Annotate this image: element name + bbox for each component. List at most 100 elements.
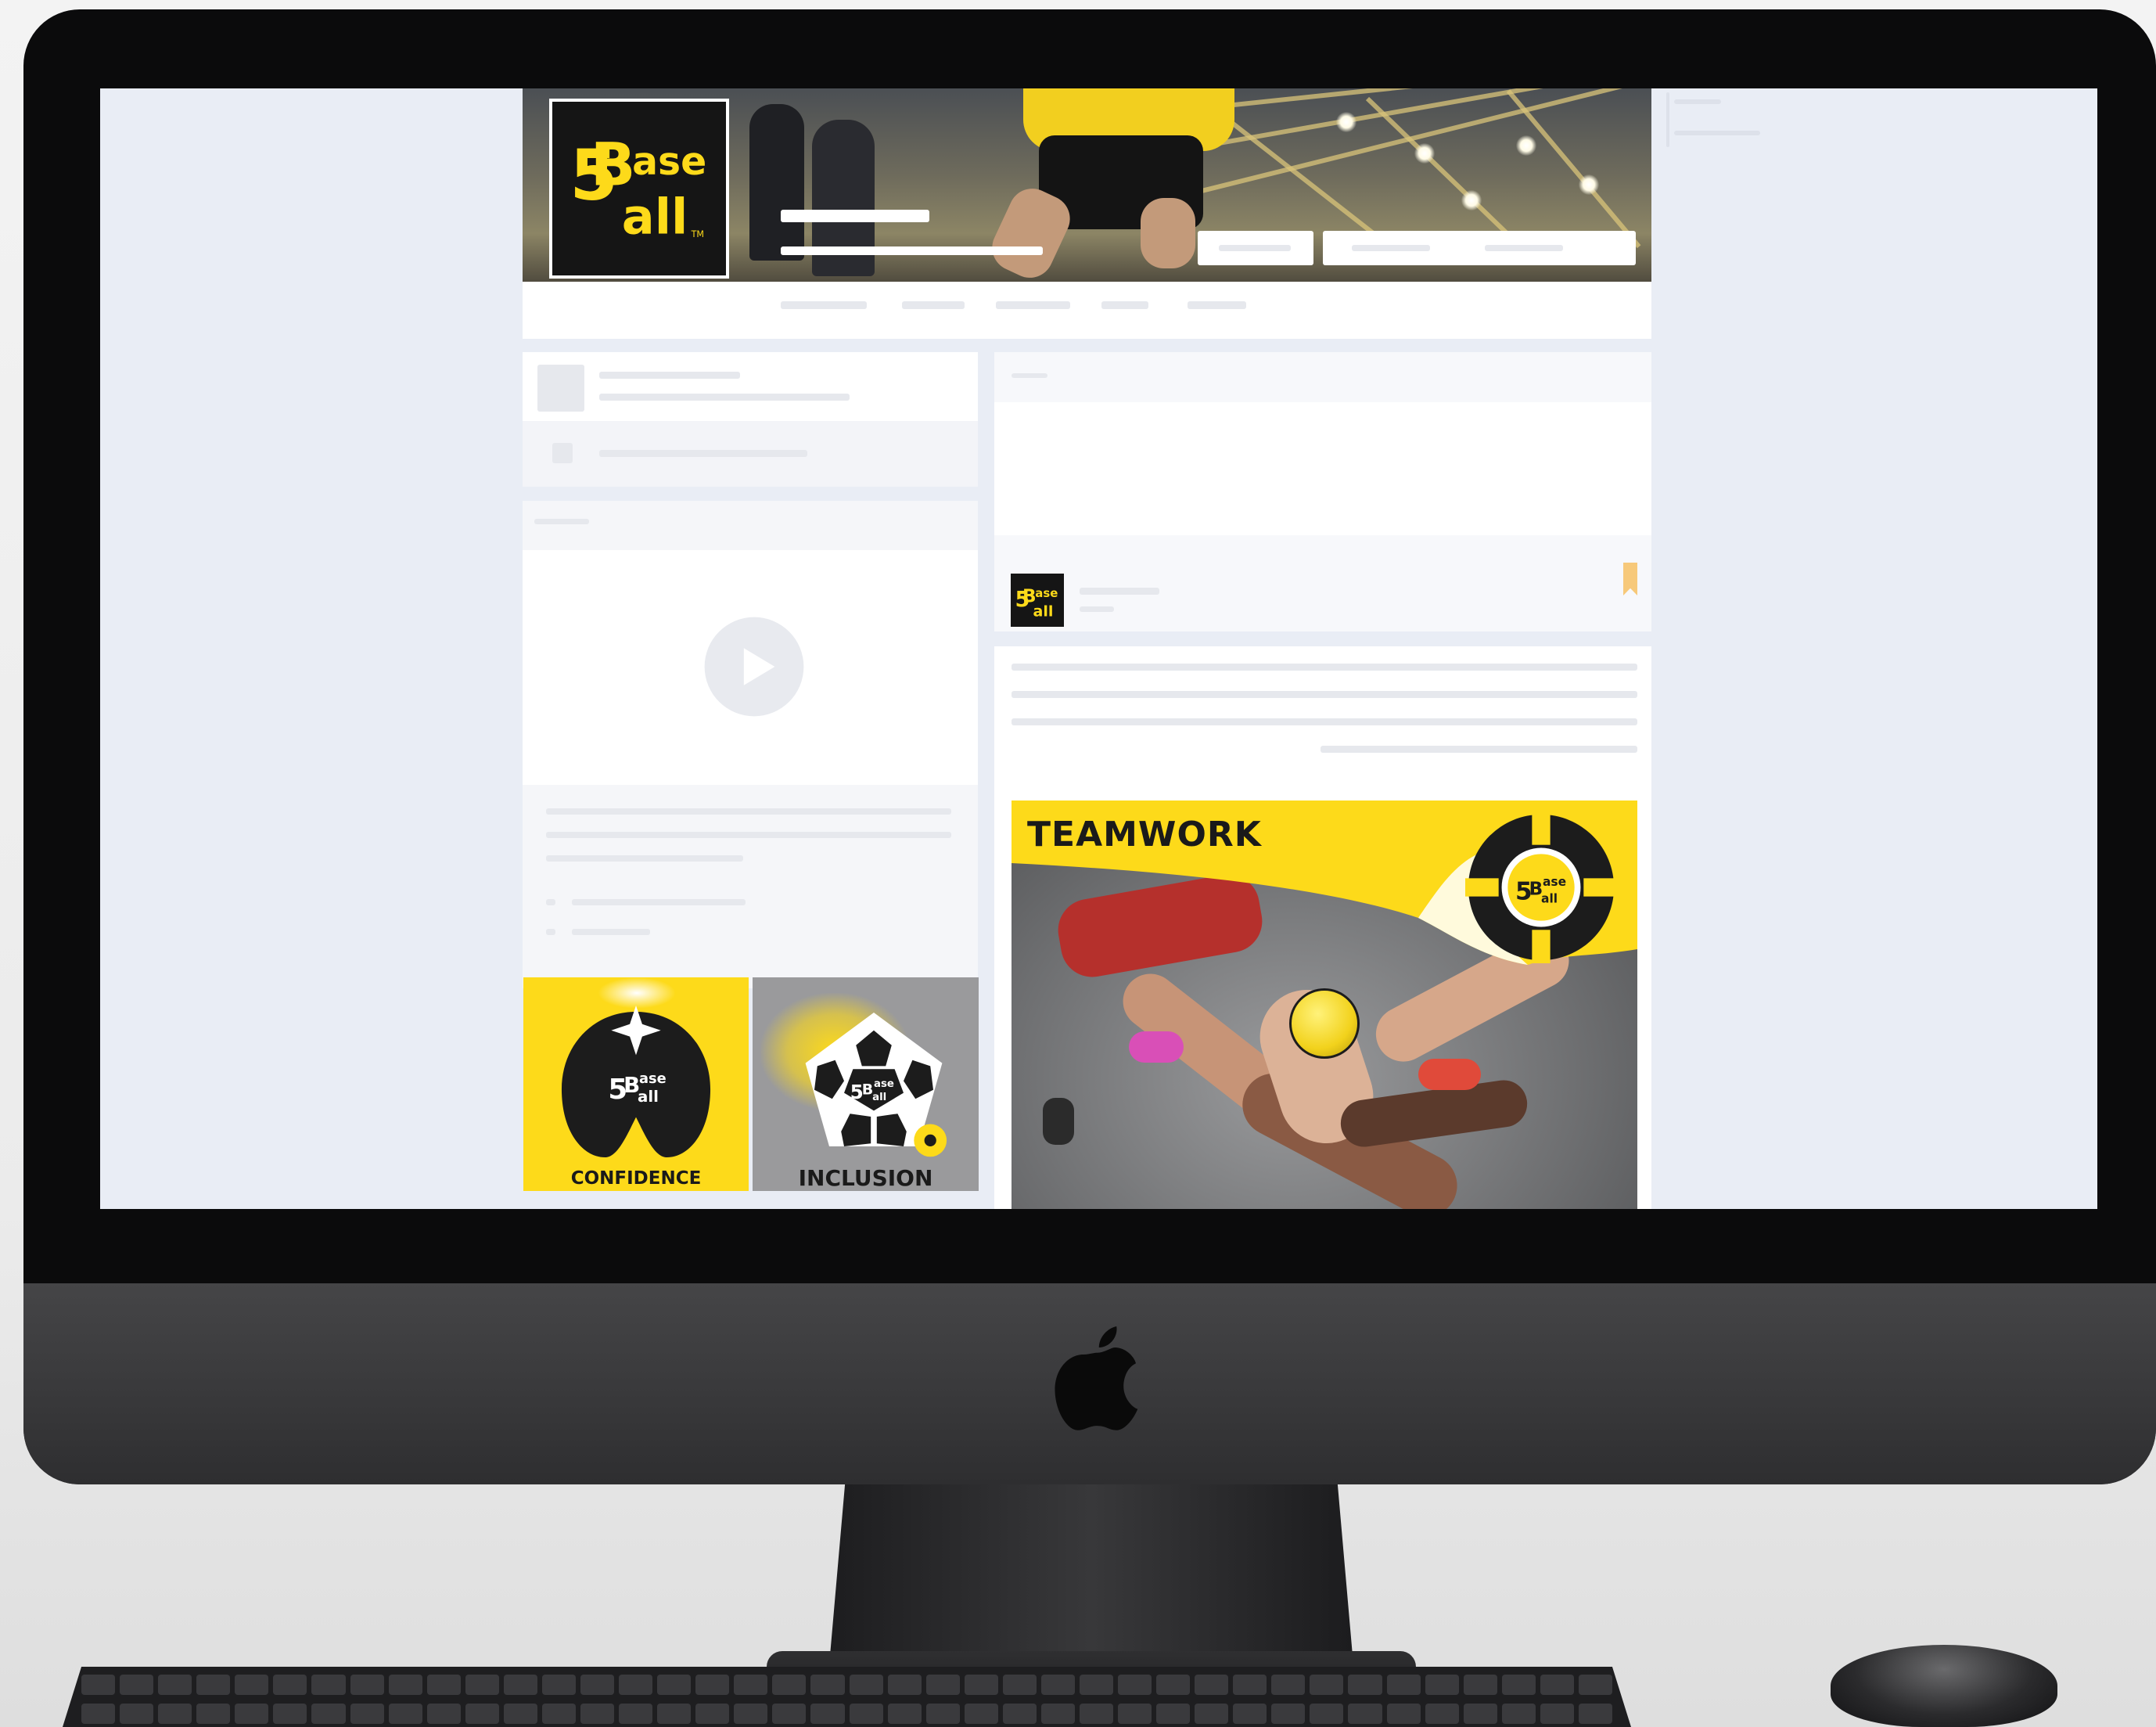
keyboard-key — [1118, 1675, 1152, 1695]
keyboard-key — [541, 1703, 576, 1724]
page-name-placeholder — [781, 210, 929, 222]
tab-more[interactable] — [1188, 301, 1246, 309]
post-text-placeholder — [1012, 691, 1637, 698]
video-desc-placeholder — [546, 808, 951, 815]
brand-logo-small: 5 B ase all — [1015, 586, 1058, 620]
profile-picture[interactable]: 5 B ase all TM — [549, 99, 729, 279]
svg-text:ase: ase — [1543, 875, 1566, 889]
keyboard-key — [465, 1675, 499, 1695]
keyboard-key — [158, 1675, 192, 1695]
post-text-placeholder — [1012, 718, 1637, 725]
keyboard-key — [580, 1703, 615, 1724]
inclusion-emblem: 5 B ase all — [805, 1013, 947, 1157]
composer-input[interactable] — [994, 402, 1651, 535]
keyboard-key — [810, 1703, 845, 1724]
svg-text:all: all — [622, 189, 688, 246]
keyboard-key — [657, 1703, 692, 1724]
brand-logo: 5 B ase all TM — [570, 131, 706, 246]
page-category-placeholder — [781, 246, 1043, 255]
keyboard-key — [196, 1703, 231, 1724]
keyboard — [63, 1667, 1631, 1727]
keyboard-key — [503, 1703, 537, 1724]
right-rail-placeholder — [1674, 131, 1760, 135]
ball — [1289, 988, 1360, 1059]
keyboard-key — [1578, 1703, 1612, 1724]
tab-timeline[interactable] — [781, 301, 867, 309]
svg-text:all: all — [872, 1092, 886, 1103]
right-rail-divider — [1666, 92, 1669, 147]
about-line-placeholder — [599, 450, 807, 457]
keyboard-key — [120, 1703, 154, 1724]
post-author-avatar[interactable]: 5 B ase all — [1011, 574, 1064, 627]
video-desc-placeholder — [546, 832, 951, 838]
post-text-placeholder — [1321, 746, 1637, 753]
post-text-placeholder — [1012, 664, 1637, 671]
keyboard-key — [503, 1675, 537, 1695]
teamwork-image[interactable]: TEAMWORK 5 B ase all — [1012, 801, 1637, 1209]
keyboard-key — [849, 1675, 883, 1695]
keyboard-key — [541, 1675, 576, 1695]
keyboard-key — [465, 1703, 499, 1724]
keyboard-key — [772, 1675, 807, 1695]
keyboard-key — [426, 1675, 461, 1695]
keyboard-key — [426, 1703, 461, 1724]
tab-photos[interactable] — [996, 301, 1070, 309]
keyboard-key — [1425, 1675, 1459, 1695]
like-button-label — [1219, 245, 1291, 251]
keyboard-key — [388, 1675, 422, 1695]
keyboard-key — [311, 1675, 346, 1695]
keyboard-key — [657, 1675, 692, 1695]
inclusion-creative[interactable]: 5 B ase all INCLUSION — [753, 977, 979, 1191]
video-meta-bullet — [546, 899, 555, 905]
keyboard-key — [1233, 1703, 1267, 1724]
keyboard-key — [120, 1675, 154, 1695]
tab-likes[interactable] — [1101, 301, 1148, 309]
keyboard-key — [81, 1675, 116, 1695]
keyboard-key — [619, 1675, 653, 1695]
svg-text:ase: ase — [639, 1070, 667, 1087]
about-subtitle-placeholder — [599, 394, 850, 401]
confidence-creative[interactable]: 5 B ase all CONFIDENCE — [523, 977, 749, 1191]
tab-about[interactable] — [902, 301, 965, 309]
keyboard-key — [273, 1675, 307, 1695]
post-time-placeholder — [1080, 606, 1114, 612]
keyboard-key — [1348, 1703, 1382, 1724]
keyboard-key — [350, 1675, 384, 1695]
keyboard-key — [1425, 1703, 1459, 1724]
keyboard-key — [1386, 1675, 1421, 1695]
keyboard-key — [619, 1703, 653, 1724]
keyboard-key — [1040, 1703, 1075, 1724]
keyboard-key — [388, 1703, 422, 1724]
keyboard-key — [810, 1675, 845, 1695]
keyboard-key — [1002, 1703, 1037, 1724]
teamwork-emblem: 5 B ase all — [1465, 811, 1617, 963]
svg-text:ase: ase — [632, 139, 706, 184]
keyboard-key — [196, 1675, 231, 1695]
keyboard-key — [887, 1703, 922, 1724]
keyboard-key — [1271, 1675, 1306, 1695]
svg-text:all: all — [1541, 891, 1558, 905]
keyboard-key — [695, 1703, 730, 1724]
keyboard-key — [81, 1703, 116, 1724]
confidence-label: CONFIDENCE — [570, 1168, 702, 1189]
confidence-emblem: 5 B ase all — [561, 1006, 711, 1158]
keyboard-key — [580, 1675, 615, 1695]
screen: 5 B ase all TM 5 B ase all CONFIDENCE 5 … — [100, 88, 2097, 1209]
magic-mouse — [1831, 1645, 2057, 1727]
video-desc-placeholder — [546, 855, 743, 862]
keyboard-key — [273, 1703, 307, 1724]
keyboard-key — [772, 1703, 807, 1724]
keyboard-key — [1386, 1703, 1421, 1724]
keyboard-key — [1156, 1703, 1191, 1724]
right-rail-placeholder — [1674, 99, 1721, 104]
keyboard-key — [1310, 1703, 1344, 1724]
keyboard-key — [1463, 1675, 1497, 1695]
keyboard-key — [964, 1675, 998, 1695]
keyboard-key — [1079, 1675, 1114, 1695]
video-card-title-placeholder — [534, 519, 589, 524]
keyboard-key — [158, 1703, 192, 1724]
keyboard-key — [1578, 1675, 1612, 1695]
svg-text:ase: ase — [1035, 586, 1058, 600]
keyboard-key — [1079, 1703, 1114, 1724]
play-icon[interactable] — [702, 615, 806, 718]
